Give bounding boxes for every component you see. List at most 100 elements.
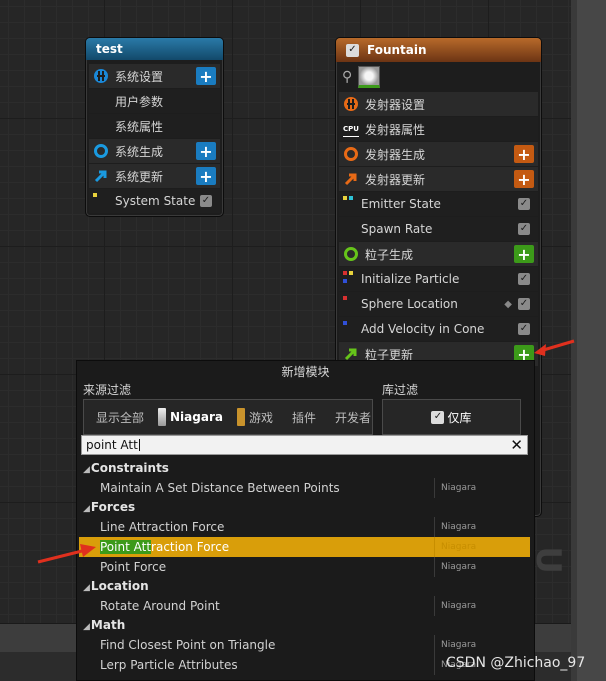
module-dot (349, 271, 353, 275)
search-match-highlight: Point Att (100, 540, 152, 554)
library-filter-bar: ✓ 仅库 (382, 399, 521, 435)
user-params-row[interactable]: 用户参数 (89, 89, 220, 113)
module-source: Niagara (434, 635, 530, 655)
game-swatch (236, 408, 245, 426)
list-item[interactable]: Line Attraction Force Niagara (79, 517, 530, 537)
emitter-type-icon: ⚲ (342, 69, 353, 85)
module-dot (349, 196, 353, 200)
emitter-preview-bar: ⚲ (336, 62, 541, 92)
add-module-dialog[interactable]: 新增模块 来源过滤 库过滤 显示全部 Niagara 游戏 插件 开发者 ✓ 仅… (76, 360, 535, 681)
system-state-module-row[interactable]: System State ✓ (89, 189, 220, 213)
initialize-particle-module-row[interactable]: Initialize Particle ✓ (339, 267, 538, 291)
list-item[interactable]: Maintain A Set Distance Between Points Ni… (79, 478, 530, 498)
add-module-button[interactable]: + (196, 142, 216, 161)
emitter-settings-row[interactable]: 发射器设置 (339, 92, 538, 116)
module-dot (93, 193, 97, 197)
row-label: Initialize Particle (361, 272, 460, 286)
enable-checkbox[interactable]: ✓ (518, 273, 530, 285)
emitter-update-row[interactable]: 发射器更新 + (339, 167, 538, 191)
filter-label: 游戏 (248, 410, 273, 425)
close-icon[interactable]: ✕ (510, 436, 523, 454)
row-label: 发射器设置 (365, 97, 426, 112)
category-header[interactable]: ◢Math (79, 616, 530, 635)
system-update-row[interactable]: 系统更新 + (89, 164, 220, 188)
enable-checkbox[interactable]: ✓ (518, 323, 530, 335)
filter-game[interactable]: 游戏 (230, 400, 280, 434)
emitter-state-module-row[interactable]: Emitter State ✓ (339, 192, 538, 216)
system-node-title: test (96, 42, 123, 56)
category-name: Forces (90, 500, 136, 514)
filter-plugin[interactable]: 插件 (280, 400, 323, 434)
category-name: Constraints (90, 461, 169, 475)
library-filter-label: 库过滤 (382, 383, 419, 397)
list-item[interactable]: Rotate Around Point Niagara (79, 596, 530, 616)
module-search-input[interactable]: point Att ✕ (81, 435, 528, 455)
add-module-button[interactable]: + (514, 145, 534, 164)
emitter-enable-checkbox[interactable]: ✓ (346, 43, 359, 57)
library-only-label: 仅库 (447, 410, 472, 425)
filter-niagara[interactable]: Niagara (151, 400, 230, 434)
module-name: Find Closest Point on Triangle (100, 638, 276, 652)
emitter-spawn-row[interactable]: 发射器生成 + (339, 142, 538, 166)
emitter-thumbnail[interactable] (358, 66, 381, 88)
category-header[interactable]: ◢Constraints (79, 459, 530, 478)
list-item[interactable]: Point Force Niagara (79, 557, 530, 577)
emitter-node-title: Fountain (367, 43, 427, 57)
category-header[interactable]: ◢Forces (79, 498, 530, 517)
add-module-button[interactable]: + (514, 170, 534, 189)
search-value: point Att (86, 438, 138, 452)
row-label: Emitter State (361, 197, 441, 211)
module-name-rest: raction Force (151, 540, 230, 554)
system-properties-row[interactable]: 系统属性 (89, 114, 220, 138)
module-source: Niagara (434, 596, 530, 616)
enable-checkbox[interactable]: ✓ (518, 298, 530, 310)
enable-checkbox[interactable]: ✓ (200, 195, 212, 207)
update-arrow-icon (93, 168, 109, 184)
annotation-arrow-icon (534, 339, 575, 356)
spawn-ring-icon (93, 143, 109, 159)
module-name: Line Attraction Force (100, 520, 225, 534)
annotation-arrow-icon (37, 544, 96, 564)
row-label: 发射器生成 (365, 147, 426, 162)
module-dot (343, 271, 347, 275)
row-label: Sphere Location (361, 297, 458, 311)
particle-spawn-row[interactable]: 粒子生成 + (339, 242, 538, 266)
row-label: 系统更新 (115, 169, 164, 184)
dialog-title: 新增模块 (281, 365, 330, 379)
niagara-swatch (158, 408, 167, 426)
sphere-location-module-row[interactable]: Sphere Location ◆ ✓ (339, 292, 538, 316)
row-label: 粒子生成 (365, 247, 414, 262)
add-velocity-module-row[interactable]: Add Velocity in Cone ✓ (339, 317, 538, 341)
enable-checkbox[interactable]: ✓ (518, 223, 530, 235)
details-panel-edge (577, 0, 606, 681)
spawn-rate-module-row[interactable]: Spawn Rate ✓ (339, 217, 538, 241)
system-node[interactable]: test 系统设置 + 用户参数 系统属性 系统生成 + 系统更新 + Syst… (85, 37, 224, 217)
emitter-properties-row[interactable]: CPU 发射器属性 (339, 117, 538, 141)
spawn-ring-icon (343, 246, 359, 262)
module-dot (343, 296, 347, 300)
filter-show-all[interactable]: 显示全部 (84, 400, 151, 434)
add-module-button[interactable]: + (196, 167, 216, 186)
module-source: Niagara (434, 517, 530, 537)
filter-developer[interactable]: 开发者 (323, 400, 378, 434)
module-name: Rotate Around Point (100, 599, 220, 613)
category-header[interactable]: ◢Location (79, 577, 530, 596)
system-spawn-row[interactable]: 系统生成 + (89, 139, 220, 163)
emitter-node-header[interactable]: ✓ Fountain (336, 38, 541, 62)
module-dot (343, 321, 347, 325)
row-label: 用户参数 (115, 94, 164, 109)
system-settings-row[interactable]: 系统设置 + (89, 64, 220, 88)
module-name: Maintain A Set Distance Between Points (100, 481, 340, 495)
list-item[interactable]: Find Closest Point on Triangle Niagara (79, 635, 530, 655)
module-name: Lerp Particle Attributes (100, 658, 238, 672)
row-label: 发射器更新 (365, 172, 426, 187)
source-filter-label: 来源过滤 (83, 383, 132, 397)
system-node-header[interactable]: test (86, 38, 223, 60)
add-module-button[interactable]: + (514, 245, 534, 264)
spawn-ring-icon (343, 146, 359, 162)
library-only-checkbox[interactable]: ✓ (431, 410, 445, 424)
list-item-selected[interactable]: Point Attraction Force Niagara (79, 537, 530, 557)
add-module-button[interactable]: + (196, 67, 216, 86)
enable-checkbox[interactable]: ✓ (518, 198, 530, 210)
module-source: Niagara (434, 557, 530, 577)
